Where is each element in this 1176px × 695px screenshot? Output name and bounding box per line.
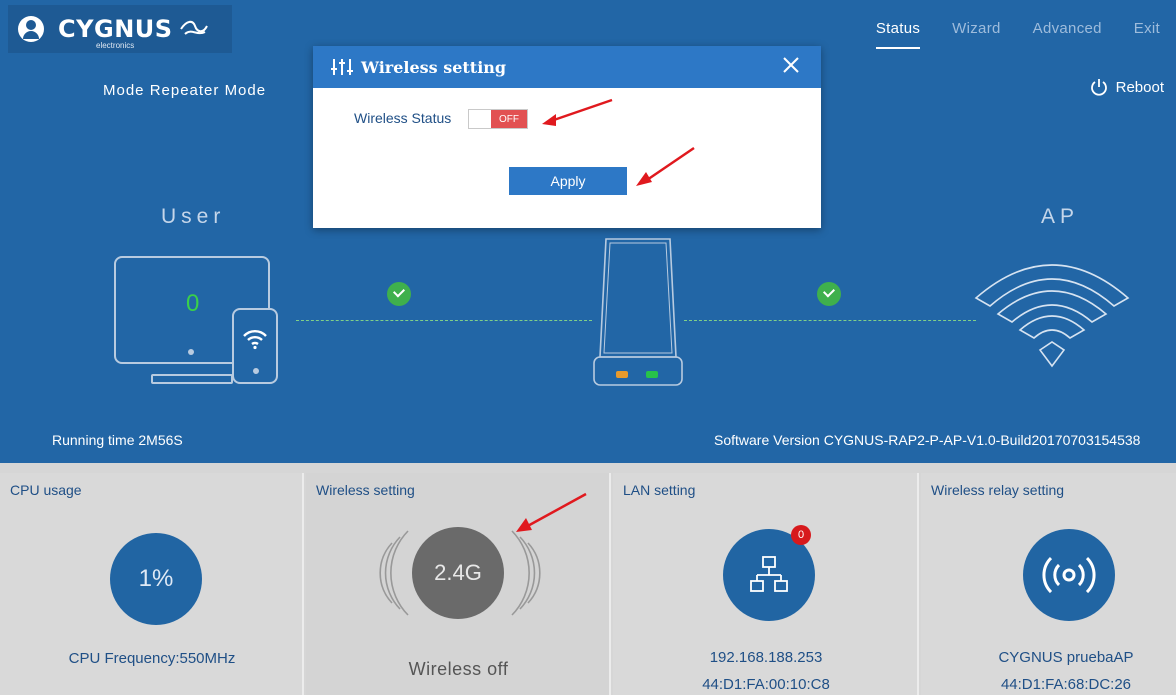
- lan-ip: 192.168.188.253: [709, 649, 823, 666]
- wireless-band-circle[interactable]: 2.4G: [412, 527, 504, 619]
- repeater-device-icon: [592, 237, 684, 387]
- monitor-dot: [188, 349, 194, 355]
- link-line-ap: [684, 320, 976, 321]
- user-count: 0: [186, 290, 200, 317]
- link-line-user: [296, 320, 592, 321]
- nav-status[interactable]: Status: [875, 20, 921, 49]
- toggle-off-label: OFF: [491, 110, 527, 128]
- phone-icon: [232, 308, 278, 384]
- cpu-panel[interactable]: CPU usage 1% CPU Frequency:550MHz: [0, 473, 304, 695]
- user-icon[interactable]: [18, 16, 44, 42]
- wireless-status-text: Wireless off: [408, 659, 509, 679]
- lan-badge: 0: [791, 525, 811, 545]
- nav-wizard[interactable]: Wizard: [952, 20, 1000, 45]
- panel-title: CPU usage: [10, 482, 82, 498]
- signal-left-icon: [379, 530, 409, 616]
- main-nav: Status Wizard Advanced Exit: [844, 20, 1160, 49]
- reboot-label: Reboot: [1115, 78, 1164, 96]
- lan-mac: 44:D1:FA:00:10:C8: [702, 676, 830, 693]
- annotation-arrow-apply: [636, 146, 695, 186]
- wireless-status-toggle[interactable]: OFF: [468, 109, 528, 129]
- check-icon: [387, 282, 411, 306]
- nav-exit[interactable]: Exit: [1134, 20, 1160, 45]
- monitor-stand: [151, 374, 233, 384]
- panel-title: LAN setting: [623, 482, 696, 498]
- brand-sub: electronics: [96, 41, 135, 50]
- relay-mac: 44:D1:FA:68:DC:26: [1000, 676, 1132, 693]
- user-label: User: [161, 205, 226, 228]
- annotation-arrow-toggle: [542, 98, 613, 126]
- wireless-status-label: Wireless Status: [354, 110, 452, 126]
- power-icon: [1090, 79, 1107, 96]
- cpu-frequency: CPU Frequency:550MHz: [68, 650, 236, 667]
- brand-name: CYGNUS: [58, 15, 173, 43]
- wireless-setting-icon: [331, 59, 353, 75]
- check-icon: [817, 282, 841, 306]
- relay-panel[interactable]: Wireless relay setting CYGNUS pruebaAP 4…: [921, 473, 1176, 695]
- broadcast-icon: [1023, 529, 1115, 621]
- ap-wifi-icon: [974, 264, 1130, 368]
- wireless-setting-dialog: Wireless setting Wireless Status OFF App…: [313, 46, 821, 228]
- dialog-header: Wireless setting: [313, 46, 821, 88]
- ap-label: AP: [1041, 205, 1080, 228]
- cpu-usage-circle: 1%: [110, 533, 202, 625]
- mode-label: Mode Repeater Mode: [103, 82, 267, 99]
- software-version: Software Version CYGNUS-RAP2-P-AP-V1.0-B…: [714, 432, 1141, 448]
- dialog-title: Wireless setting: [361, 57, 507, 77]
- panel-title: Wireless setting: [316, 482, 415, 498]
- running-time: Running time 2M56S: [52, 432, 183, 448]
- cygnus-logo-icon: [179, 18, 209, 40]
- annotation-arrow-wireless: [516, 492, 587, 532]
- close-icon[interactable]: [781, 55, 801, 75]
- phone-dot: [253, 368, 259, 374]
- relay-ssid: CYGNUS pruebaAP: [998, 649, 1134, 666]
- brand: CYGNUS electronics: [8, 5, 232, 53]
- apply-button[interactable]: Apply: [509, 167, 627, 195]
- signal-right-icon: [511, 530, 541, 616]
- nav-advanced[interactable]: Advanced: [1033, 20, 1102, 45]
- reboot-button[interactable]: Reboot: [1090, 78, 1164, 96]
- wifi-icon: [243, 330, 267, 350]
- lan-panel[interactable]: LAN setting 0 192.168.188.253 44:D1:FA:0…: [613, 473, 919, 695]
- panel-title: Wireless relay setting: [931, 482, 1065, 498]
